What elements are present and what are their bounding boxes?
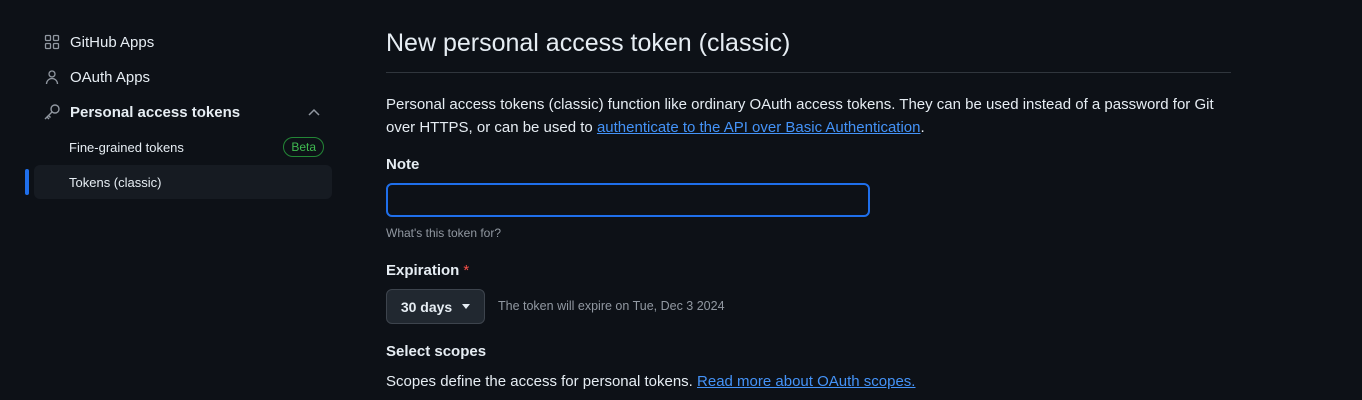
expiration-label: Expiration * [386, 262, 469, 279]
sidebar-item-personal-access-tokens[interactable]: Personal access tokens [34, 95, 332, 129]
caret-down-icon [462, 304, 471, 309]
page-title: New personal access token (classic) [386, 29, 791, 57]
scopes-description: Scopes define the access for personal to… [386, 373, 915, 390]
person-icon [34, 69, 70, 85]
chevron-up-icon[interactable] [304, 108, 324, 116]
basic-auth-link[interactable]: authenticate to the API over Basic Authe… [597, 119, 921, 136]
sidebar-subitem-label: Tokens (classic) [69, 174, 162, 190]
settings-sidebar: GitHub Apps OAuth Apps Personal access t… [0, 0, 345, 400]
page-description: Personal access tokens (classic) functio… [386, 93, 1231, 139]
oauth-scopes-link[interactable]: Read more about OAuth scopes. [697, 373, 915, 390]
note-hint: What's this token for? [386, 226, 502, 240]
beta-badge: Beta [283, 137, 324, 157]
expiration-select[interactable]: 30 days [386, 289, 485, 324]
required-mark: * [463, 262, 470, 279]
sidebar-subitem-label: Fine-grained tokens [69, 139, 184, 155]
active-indicator [25, 169, 29, 195]
sidebar-item-label: GitHub Apps [70, 33, 155, 51]
page-root: GitHub Apps OAuth Apps Personal access t… [0, 0, 1362, 400]
sidebar-subitem-tokens-classic[interactable]: Tokens (classic) [34, 165, 332, 199]
expiration-label-text: Expiration [386, 262, 460, 279]
description-suffix: . [920, 119, 925, 136]
expiration-selected-value: 30 days [400, 298, 453, 315]
scopes-description-text: Scopes define the access for personal to… [386, 373, 698, 390]
sidebar-item-label: OAuth Apps [70, 68, 151, 86]
sidebar-item-label: Personal access tokens [70, 103, 241, 121]
note-label: Note [386, 156, 420, 173]
expiration-info: The token will expire on Tue, Dec 3 2024 [498, 299, 725, 313]
scopes-label: Select scopes [386, 343, 487, 360]
sidebar-item-github-apps[interactable]: GitHub Apps [34, 25, 332, 59]
key-icon [34, 103, 70, 121]
title-divider [386, 72, 1231, 73]
sidebar-subitem-fine-grained-tokens[interactable]: Fine-grained tokens Beta [34, 130, 332, 164]
sidebar-item-oauth-apps[interactable]: OAuth Apps [34, 60, 332, 94]
apps-grid-icon [34, 34, 70, 50]
note-input[interactable] [386, 183, 870, 217]
